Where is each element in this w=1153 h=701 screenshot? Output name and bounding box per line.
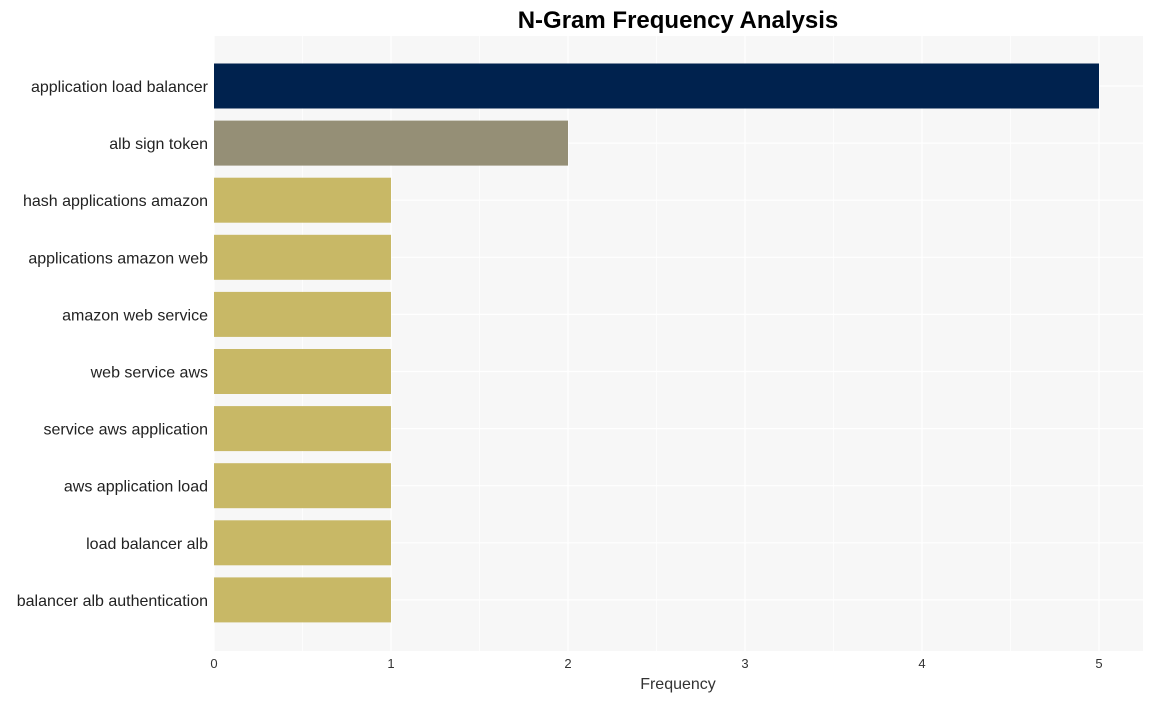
ngram-frequency-chart: N-Gram Frequency Analysis application lo…	[17, 7, 1143, 693]
x-tick-labels: 0 1 2 3 4 5	[210, 656, 1102, 671]
y-tick-label: service aws application	[43, 422, 208, 439]
bar	[214, 406, 391, 452]
bar	[214, 520, 391, 566]
y-tick-label: load balancer alb	[86, 536, 208, 553]
bar	[214, 120, 568, 166]
chart-title: N-Gram Frequency Analysis	[518, 7, 839, 34]
bar	[214, 63, 1099, 109]
x-tick-label: 0	[210, 656, 217, 671]
bar	[214, 177, 391, 223]
y-tick-label: application load balancer	[31, 79, 209, 96]
y-tick-label: balancer alb authentication	[17, 593, 208, 610]
y-tick-label: web service aws	[90, 365, 208, 382]
y-tick-label: applications amazon web	[28, 250, 208, 267]
y-tick-label: hash applications amazon	[23, 193, 208, 210]
y-tick-labels: application load balancer alb sign token h…	[17, 79, 209, 610]
bar	[214, 234, 391, 280]
x-tick-label: 3	[741, 656, 748, 671]
x-tick-label: 1	[387, 656, 394, 671]
bar	[214, 349, 391, 394]
x-tick-label: 2	[564, 656, 571, 671]
bar	[214, 463, 391, 509]
bar	[214, 577, 391, 623]
x-tick-label: 5	[1095, 656, 1102, 671]
x-axis-label: Frequency	[640, 676, 716, 693]
y-tick-label: alb sign token	[109, 136, 208, 153]
bar	[214, 291, 391, 337]
y-tick-label: amazon web service	[62, 307, 208, 324]
x-tick-label: 4	[918, 656, 925, 671]
y-tick-label: aws application load	[64, 479, 208, 496]
